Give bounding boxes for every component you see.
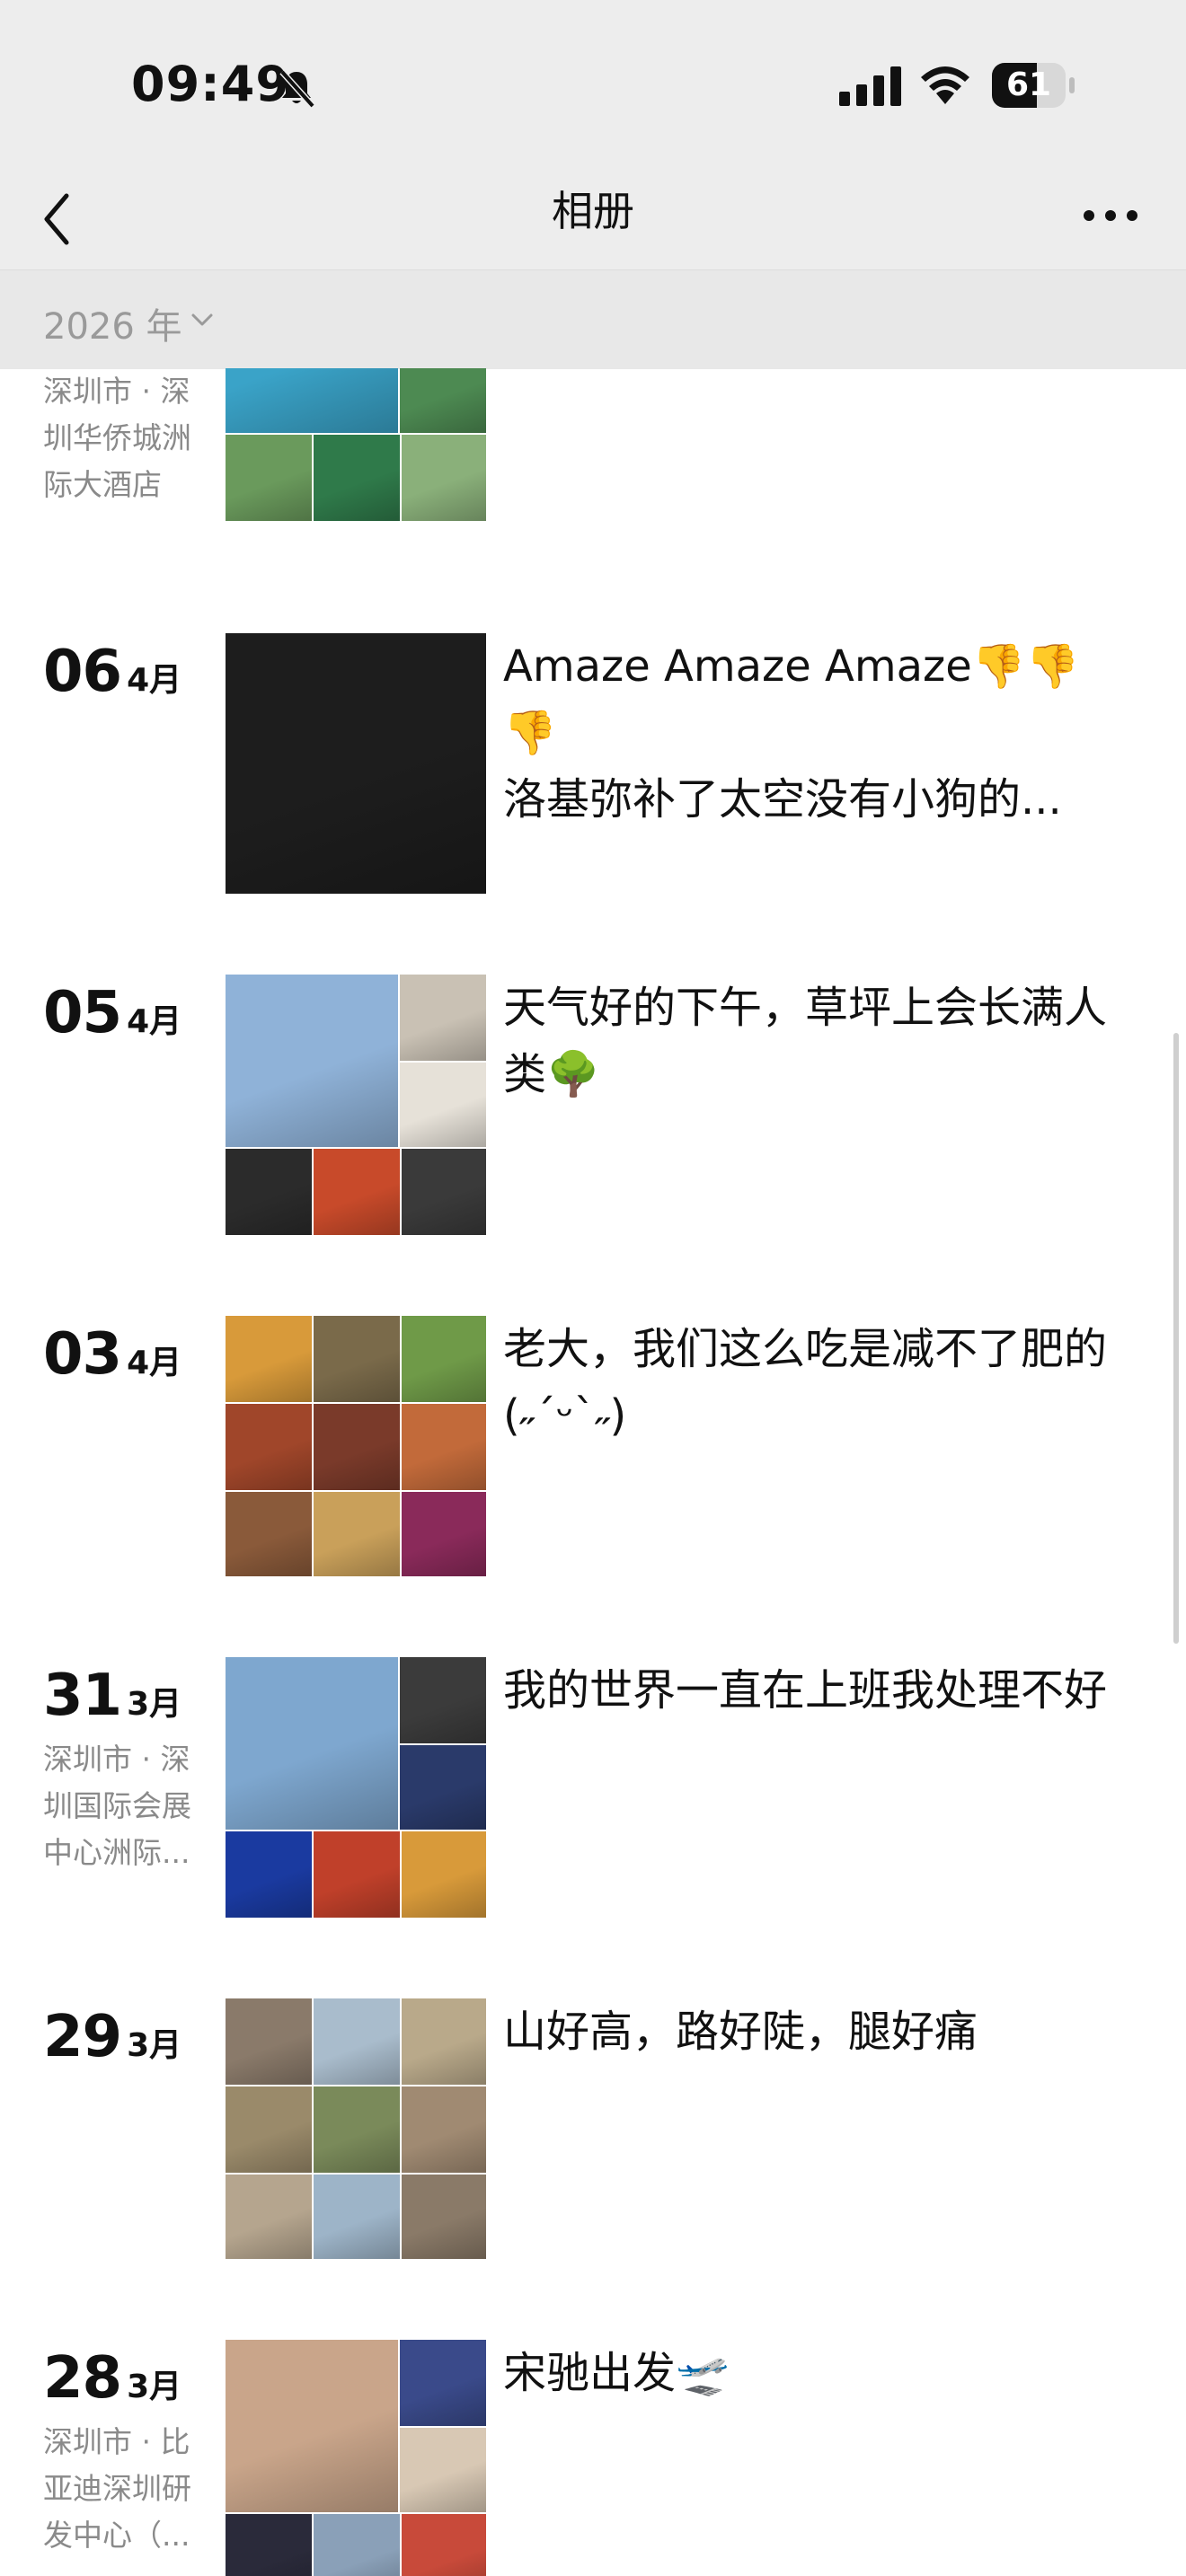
status-bar: 09:49 61 [0, 0, 1186, 171]
album-post[interactable]: 06 4月 Amaze Amaze Amaze👎👎👎 洛基弥补了太空没有小狗的... [0, 633, 1186, 921]
photo-tile[interactable] [226, 633, 486, 894]
photo-tile[interactable] [226, 1404, 312, 1490]
post-date: 31 3月 [43, 1663, 181, 1729]
post-date: 03 4月 [43, 1321, 181, 1388]
album-post[interactable]: 深圳市 · 深圳华侨城洲际大酒店 [0, 368, 1186, 548]
photo-tile[interactable] [400, 368, 486, 433]
photo-tile[interactable] [226, 975, 398, 1147]
photo-tile[interactable] [226, 435, 312, 521]
post-date: 29 3月 [43, 2004, 181, 2070]
nav-bar: 相册 [0, 171, 1186, 269]
photo-tile[interactable] [226, 1831, 312, 1918]
photo-tile[interactable] [402, 1149, 486, 1235]
post-caption: Amaze Amaze Amaze👎👎👎 洛基弥补了太空没有小狗的... [503, 641, 1080, 825]
post-date: 06 4月 [43, 639, 181, 705]
post-day: 29 [43, 2004, 122, 2070]
post-caption: 我的世界一直在上班我处理不好 [503, 1665, 1108, 1716]
photo-tile[interactable] [226, 1316, 312, 1402]
post-month: 3月 [127, 2027, 182, 2064]
photo-tile[interactable] [400, 2428, 486, 2512]
post-month: 3月 [127, 1686, 182, 1723]
post-date: 05 4月 [43, 980, 181, 1046]
post-thumbnail[interactable] [226, 2340, 486, 2576]
photo-tile[interactable] [226, 1149, 312, 1235]
photo-tile[interactable] [226, 1657, 398, 1830]
post-caption: 宋驰出发🛫 [503, 2348, 730, 2398]
post-day: 31 [43, 1663, 122, 1729]
post-month: 4月 [127, 662, 182, 699]
photo-tile[interactable] [314, 1149, 400, 1235]
photo-tile[interactable] [400, 2340, 486, 2426]
photo-tile[interactable] [402, 1316, 486, 1402]
photo-tile[interactable] [314, 1404, 400, 1490]
post-caption: 山好高，路好陡，腿好痛 [503, 2007, 978, 2057]
post-day: 05 [43, 980, 122, 1046]
post-thumbnail[interactable] [226, 1998, 486, 2259]
photo-tile[interactable] [402, 2175, 486, 2259]
photo-tile[interactable] [314, 2086, 400, 2173]
photo-tile[interactable] [226, 2340, 398, 2512]
photo-tile[interactable] [314, 1998, 400, 2085]
photo-tile[interactable] [400, 1745, 486, 1830]
cellular-signal-icon [839, 66, 901, 106]
post-thumbnail[interactable] [226, 633, 486, 894]
album-post[interactable]: 05 4月 天气好的下午，草坪上会长满人类🌳 [0, 975, 1186, 1262]
post-caption: 老大，我们这么吃是减不了肥的 (˶ˊᵕˋ˶) [503, 1324, 1108, 1441]
album-post[interactable]: 31 3月 深圳市 · 深圳国际会展中心洲际... 我的世界一直在上班我处理不好 [0, 1657, 1186, 1945]
photo-tile[interactable] [400, 975, 486, 1061]
post-month: 4月 [127, 1003, 182, 1040]
photo-tile[interactable] [400, 1063, 486, 1147]
battery-indicator: 61 [992, 63, 1075, 108]
post-thumbnail[interactable] [226, 1316, 486, 1576]
bell-muted-icon [279, 69, 315, 109]
post-day: 06 [43, 639, 122, 705]
photo-tile[interactable] [400, 1657, 486, 1743]
post-location: 深圳市 · 深圳华侨城洲际大酒店 [43, 374, 191, 502]
photo-tile[interactable] [314, 435, 400, 521]
album-post[interactable]: 29 3月 山好高，路好陡，腿好痛 [0, 1998, 1186, 2286]
post-caption: 天气好的下午，草坪上会长满人类🌳 [503, 983, 1108, 1099]
photo-tile[interactable] [314, 2175, 400, 2259]
post-month: 4月 [127, 1345, 182, 1381]
photo-tile[interactable] [402, 1831, 486, 1918]
photo-tile[interactable] [314, 1831, 400, 1918]
photo-tile[interactable] [226, 2514, 312, 2576]
photo-tile[interactable] [226, 1492, 312, 1576]
post-date: 28 3月 [43, 2345, 181, 2412]
post-location: 深圳市 · 深圳国际会展中心洲际... [43, 1742, 191, 1870]
status-time: 09:49 [131, 56, 290, 112]
post-month: 3月 [127, 2369, 182, 2405]
wifi-icon [921, 66, 969, 104]
photo-tile[interactable] [402, 1492, 486, 1576]
post-location: 深圳市 · 比亚迪深圳研发中心（... [43, 2424, 191, 2553]
year-filter-label[interactable]: 2026 年 [43, 297, 182, 349]
album-post[interactable]: 03 4月 老大，我们这么吃是减不了肥的 (˶ˊᵕˋ˶) [0, 1316, 1186, 1603]
post-thumbnail[interactable] [226, 975, 486, 1235]
photo-tile[interactable] [402, 1404, 486, 1490]
photo-tile[interactable] [402, 2086, 486, 2173]
photo-tile[interactable] [314, 1492, 400, 1576]
album-post[interactable]: 28 3月 深圳市 · 比亚迪深圳研发中心（... 宋驰出发🛫 [0, 2340, 1186, 2576]
chevron-down-icon[interactable] [190, 312, 214, 328]
photo-tile[interactable] [226, 1998, 312, 2085]
photo-tile[interactable] [402, 1998, 486, 2085]
photo-tile[interactable] [402, 435, 486, 521]
photo-tile[interactable] [314, 1316, 400, 1402]
post-day: 28 [43, 2345, 122, 2412]
photo-tile[interactable] [226, 2175, 312, 2259]
photo-tile[interactable] [226, 2086, 312, 2173]
year-filter-bar[interactable]: 2026 年 [0, 269, 1186, 369]
battery-level: 61 [1005, 66, 1052, 103]
photo-tile[interactable] [402, 2514, 486, 2576]
photo-tile[interactable] [314, 2514, 400, 2576]
post-day: 03 [43, 1321, 122, 1388]
page-title: 相册 [552, 187, 634, 235]
album-feed[interactable]: 深圳市 · 深圳华侨城洲际大酒店 06 4月 Amaze Amaze Amaze👎… [0, 368, 1186, 2576]
more-options-icon[interactable] [1082, 207, 1139, 225]
photo-tile[interactable] [226, 368, 398, 433]
scrollbar[interactable] [1173, 1033, 1179, 1644]
post-thumbnail[interactable] [226, 368, 486, 521]
post-thumbnail[interactable] [226, 1657, 486, 1918]
